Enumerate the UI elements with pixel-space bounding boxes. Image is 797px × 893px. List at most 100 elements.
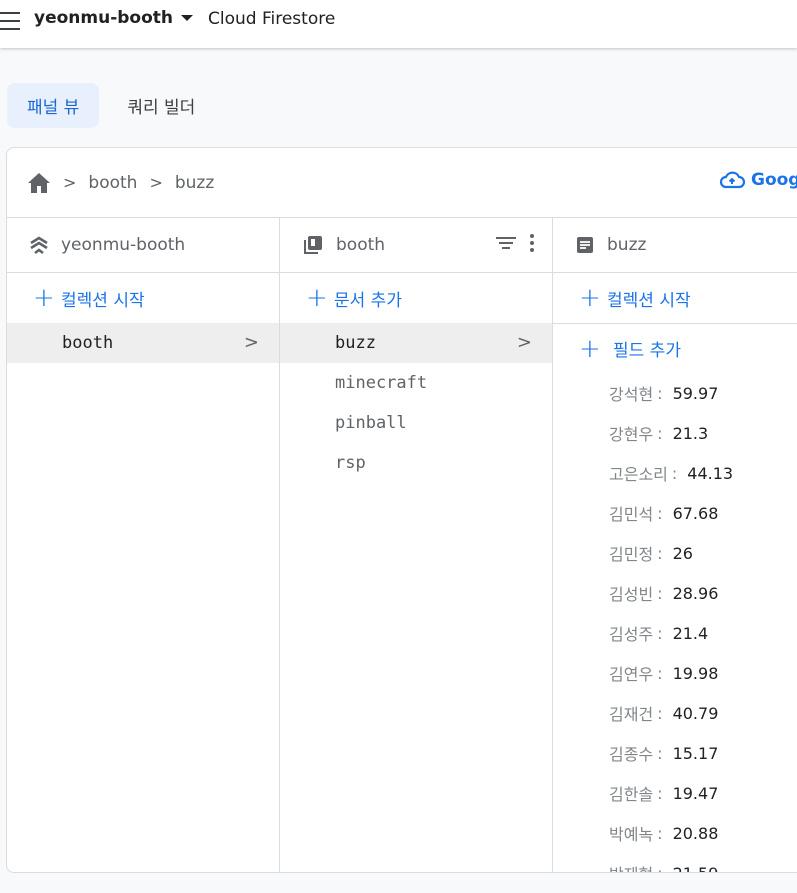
- add-field-button[interactable]: + 필드 추가: [553, 323, 797, 373]
- field-row[interactable]: 김성빈:28.96: [553, 573, 797, 613]
- chevron-right-icon: >: [243, 332, 259, 353]
- field-key: 김민정: [609, 545, 654, 564]
- breadcrumb: > booth > buzz Googl: [7, 148, 797, 218]
- document-item-minecraft[interactable]: minecraft: [280, 363, 552, 403]
- more-vert-icon[interactable]: [530, 234, 534, 252]
- field-key: 박제형: [609, 861, 653, 872]
- field-key: 박예녹: [609, 825, 654, 844]
- root-column-title: yeonmu-booth: [61, 235, 186, 255]
- field-separator: :: [657, 823, 663, 843]
- document-item-rsp[interactable]: rsp: [280, 443, 552, 483]
- caret-down-icon: [181, 15, 194, 21]
- field-row[interactable]: 박제형:21.59: [553, 853, 797, 873]
- field-separator: :: [657, 503, 663, 523]
- field-value: 28.96: [672, 583, 719, 603]
- field-row[interactable]: 박예녹:20.88: [553, 813, 797, 853]
- view-tabs: 패널 뷰 쿼리 빌더: [7, 83, 215, 128]
- top-bar: yeonmu-booth Cloud Firestore: [0, 0, 797, 48]
- field-row[interactable]: 강석현:59.97: [553, 373, 797, 413]
- field-row[interactable]: 김성주:21.4: [553, 613, 797, 653]
- field-separator: :: [657, 743, 663, 763]
- field-row[interactable]: 김민정:26: [553, 533, 797, 573]
- field-value: 20.88: [672, 823, 719, 843]
- data-panel: > booth > buzz Googl yeonmu-booth + 컬렉션 …: [6, 147, 797, 873]
- field-value: 59.97: [672, 383, 719, 403]
- document-icon: [577, 237, 593, 253]
- field-value: 67.68: [672, 503, 719, 523]
- field-value: 26: [672, 543, 693, 563]
- field-row[interactable]: 강현우:21.3: [553, 413, 797, 453]
- field-key: 강석현: [609, 385, 654, 404]
- tab-panel-view[interactable]: 패널 뷰: [7, 83, 100, 128]
- field-separator: :: [671, 463, 678, 483]
- collection-column: booth + 문서 추가 buzz > minecraft pinball r…: [280, 218, 553, 872]
- home-icon[interactable]: [27, 172, 51, 194]
- field-key: 강현우: [609, 425, 654, 444]
- field-key: 김재건: [609, 705, 654, 724]
- field-value: 40.79: [672, 703, 719, 723]
- field-separator: :: [657, 543, 663, 563]
- menu-icon[interactable]: [0, 12, 22, 30]
- field-value: 21.4: [672, 623, 709, 643]
- add-document-label: 문서 추가: [334, 290, 402, 311]
- collection-item-booth[interactable]: booth >: [7, 323, 279, 363]
- collection-tools: [496, 234, 534, 252]
- field-separator: :: [657, 623, 663, 643]
- document-column: buzz + 컬렉션 시작 + 필드 추가 강석현:59.97 강현우:21.3 고…: [553, 218, 797, 872]
- filter-icon[interactable]: [496, 237, 516, 249]
- field-value: 19.47: [672, 783, 719, 803]
- firestore-icon: [30, 236, 48, 255]
- plus-icon: +: [579, 333, 601, 364]
- start-subcollection-button[interactable]: + 컬렉션 시작: [553, 273, 797, 323]
- plus-icon: +: [306, 283, 328, 313]
- field-value: 15.17: [672, 743, 719, 763]
- collection-column-header: booth: [280, 218, 552, 273]
- root-column: yeonmu-booth + 컬렉션 시작 booth >: [7, 218, 280, 872]
- document-item-pinball[interactable]: pinball: [280, 403, 552, 443]
- plus-icon: +: [579, 283, 601, 313]
- field-separator: :: [657, 583, 663, 603]
- field-row[interactable]: 김재건:40.79: [553, 693, 797, 733]
- start-collection-button[interactable]: + 컬렉션 시작: [7, 273, 279, 323]
- document-item-label: minecraft: [335, 373, 428, 393]
- cloud-link-label: Googl: [751, 170, 797, 190]
- document-item-label: buzz: [335, 333, 376, 353]
- field-row[interactable]: 김한솔:19.47: [553, 773, 797, 813]
- field-value: 44.13: [687, 463, 734, 483]
- field-row[interactable]: 김민석:67.68: [553, 493, 797, 533]
- field-list: 강석현:59.97 강현우:21.3 고은소리:44.13 김민석:67.68 김민정:…: [553, 373, 797, 873]
- plus-icon: +: [33, 283, 55, 313]
- field-separator: :: [657, 383, 663, 403]
- field-key: 김연우: [609, 665, 654, 684]
- field-key: 김한솔: [609, 785, 654, 804]
- field-separator: :: [657, 863, 663, 873]
- breadcrumb-item-buzz[interactable]: buzz: [175, 173, 214, 193]
- document-item-label: pinball: [335, 413, 407, 433]
- field-key: 김성주: [609, 625, 654, 644]
- field-row[interactable]: 김종수:15.17: [553, 733, 797, 773]
- document-item-label: rsp: [335, 453, 366, 473]
- field-value: 19.98: [672, 663, 719, 683]
- document-item-buzz[interactable]: buzz >: [280, 323, 552, 363]
- field-key: 김종수: [609, 745, 654, 764]
- collection-column-title: booth: [336, 235, 386, 255]
- project-name: yeonmu-booth: [34, 8, 174, 28]
- start-collection-label: 컬렉션 시작: [61, 290, 145, 311]
- tab-query-builder[interactable]: 쿼리 빌더: [107, 83, 215, 128]
- start-subcollection-label: 컬렉션 시작: [607, 290, 691, 311]
- field-key: 김민석: [609, 505, 654, 524]
- field-row[interactable]: 고은소리:44.13: [553, 453, 797, 493]
- chevron-right-icon: >: [516, 332, 532, 353]
- chevron-right-icon: >: [149, 173, 163, 192]
- field-key: 김성빈: [609, 585, 654, 604]
- chevron-right-icon: >: [63, 173, 77, 192]
- project-selector[interactable]: yeonmu-booth: [34, 8, 194, 28]
- cloud-link[interactable]: Googl: [719, 170, 797, 190]
- field-separator: :: [657, 703, 663, 723]
- field-row[interactable]: 김연우:19.98: [553, 653, 797, 693]
- field-separator: :: [657, 423, 663, 443]
- breadcrumb-item-booth[interactable]: booth: [88, 173, 137, 193]
- document-column-title: buzz: [607, 235, 647, 255]
- add-document-button[interactable]: + 문서 추가: [280, 273, 552, 323]
- document-column-header: buzz: [553, 218, 797, 273]
